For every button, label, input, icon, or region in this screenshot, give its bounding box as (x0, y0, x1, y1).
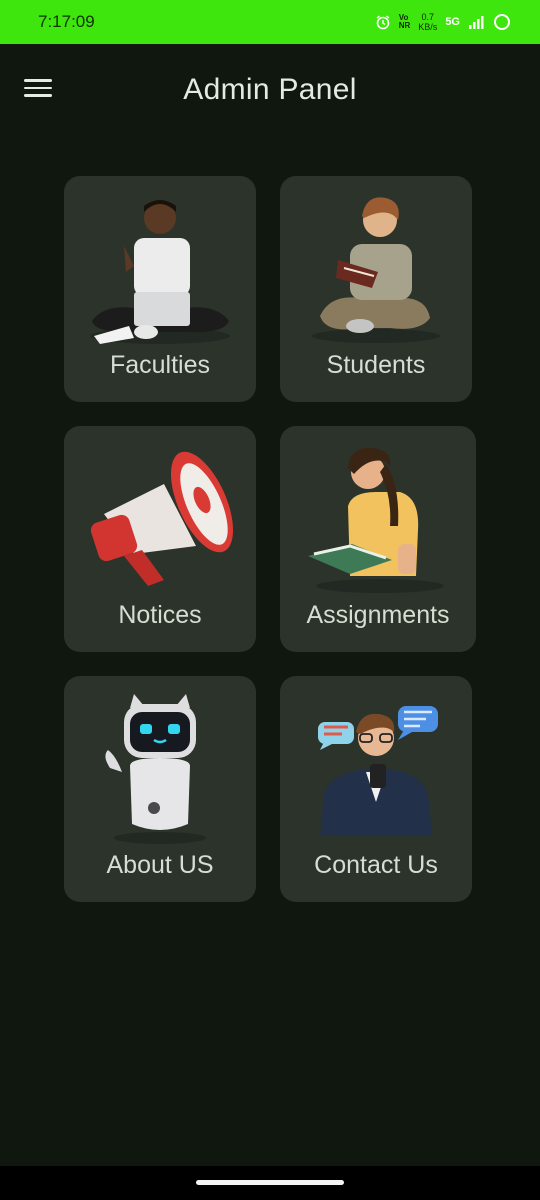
card-faculties[interactable]: Faculties (64, 176, 256, 402)
card-label: Contact Us (314, 851, 438, 879)
card-label: Faculties (109, 351, 211, 379)
battery-icon (494, 14, 510, 30)
card-about-us[interactable]: About US (64, 676, 256, 902)
status-bar: 7:17:09 Vo NR 0.7 KB/s 5G (0, 0, 540, 44)
volte-indicator: Vo NR (398, 13, 411, 30)
status-icons: Vo NR 0.7 KB/s 5G (375, 12, 510, 32)
card-students[interactable]: Students (280, 176, 472, 402)
system-navigation-bar (0, 1166, 540, 1200)
card-label: Students (326, 351, 426, 379)
card-label: About US (106, 851, 214, 879)
card-label: Assignments (306, 601, 450, 629)
app-bar: Admin Panel (0, 44, 540, 136)
speed-value: 0.7 (421, 12, 435, 22)
card-label: Notices (118, 601, 202, 629)
network-type: 5G (445, 16, 460, 28)
alarm-icon (376, 15, 390, 30)
page-title: Admin Panel (183, 73, 357, 106)
signal-icon (469, 16, 484, 29)
menu-icon[interactable] (24, 76, 52, 100)
status-time: 7:17:09 (38, 12, 95, 31)
network-speed: 0.7 KB/s (418, 12, 437, 32)
card-contact-us[interactable]: Contact Us (280, 676, 472, 902)
card-assignments[interactable]: Assignments (280, 426, 476, 652)
card-notices[interactable]: Notices (64, 426, 256, 652)
speed-unit: KB/s (418, 22, 438, 32)
home-indicator[interactable] (196, 1180, 344, 1185)
